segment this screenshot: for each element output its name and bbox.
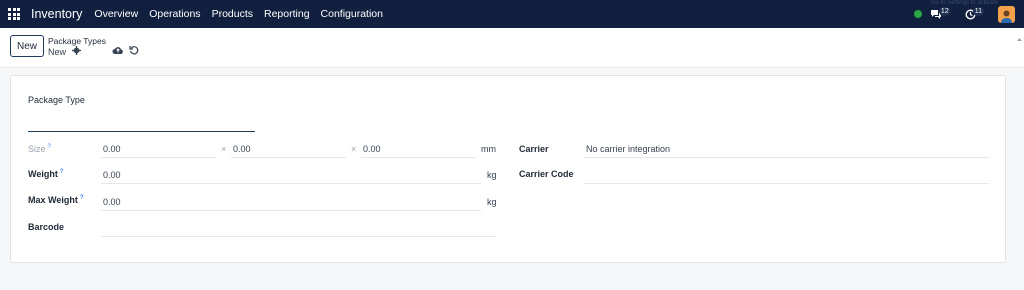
carrier-label: Carrier	[519, 144, 549, 154]
size-help-icon[interactable]: ?	[48, 144, 51, 150]
size-label: Size?	[28, 144, 51, 154]
size-unit: mm	[481, 144, 496, 154]
scroll-up-arrow-icon[interactable]	[1017, 34, 1022, 41]
messages-button[interactable]: 12	[930, 6, 951, 20]
new-button[interactable]: New	[10, 35, 44, 57]
discard-icon[interactable]	[129, 45, 139, 58]
barcode-input[interactable]	[101, 219, 496, 237]
times-separator: ×	[221, 144, 227, 154]
messages-count-badge: 12	[938, 6, 951, 16]
menu-products[interactable]: Products	[212, 8, 253, 20]
weight-input[interactable]: 0.00	[101, 166, 481, 184]
barcode-label: Barcode	[28, 222, 65, 232]
app-brand[interactable]: Inventory	[31, 7, 82, 21]
control-panel: New Package Types New	[0, 28, 1024, 68]
weight-help-icon[interactable]: ?	[60, 169, 64, 175]
menu-reporting[interactable]: Reporting	[264, 8, 310, 20]
carrier-code-label: Carrier Code	[519, 169, 574, 179]
size-height-input[interactable]: 0.00	[361, 140, 476, 158]
times-separator: ×	[351, 144, 357, 154]
presence-status-icon	[913, 10, 922, 18]
breadcrumb-package-types[interactable]: Package Types	[48, 36, 106, 46]
package-type-input[interactable]	[28, 114, 255, 132]
breadcrumb-current: New	[48, 47, 67, 57]
cloud-save-icon[interactable]	[112, 45, 124, 58]
menu-configuration[interactable]: Configuration	[321, 8, 383, 20]
user-avatar[interactable]	[998, 5, 1015, 23]
menu-overview[interactable]: Overview	[94, 8, 138, 20]
user-avatar-icon	[1001, 10, 1012, 23]
weight-label: Weight?	[28, 169, 64, 179]
max-weight-label: Max Weight?	[28, 195, 84, 205]
size-width-input[interactable]: 0.00	[231, 140, 346, 158]
weight-unit: kg	[487, 170, 497, 180]
top-navbar: Inventory Overview Operations Products R…	[0, 0, 1024, 28]
package-type-label: Package Type	[28, 95, 85, 105]
max-weight-unit: kg	[487, 197, 497, 207]
carrier-code-input[interactable]	[584, 166, 989, 184]
activities-count-badge: 11	[972, 6, 984, 16]
gear-icon[interactable]	[72, 46, 81, 58]
form-sheet: Package Type Size? 0.00 × 0.00 × 0.00 mm…	[10, 75, 1006, 263]
carrier-select[interactable]: No carrier integration	[584, 140, 989, 158]
size-length-input[interactable]: 0.00	[101, 140, 216, 158]
activities-button[interactable]: 11	[965, 6, 984, 20]
apps-menu-icon[interactable]	[0, 0, 28, 28]
max-weight-input[interactable]: 0.00	[101, 193, 481, 211]
max-weight-help-icon[interactable]: ?	[80, 195, 84, 201]
menu-operations[interactable]: Operations	[149, 8, 200, 20]
